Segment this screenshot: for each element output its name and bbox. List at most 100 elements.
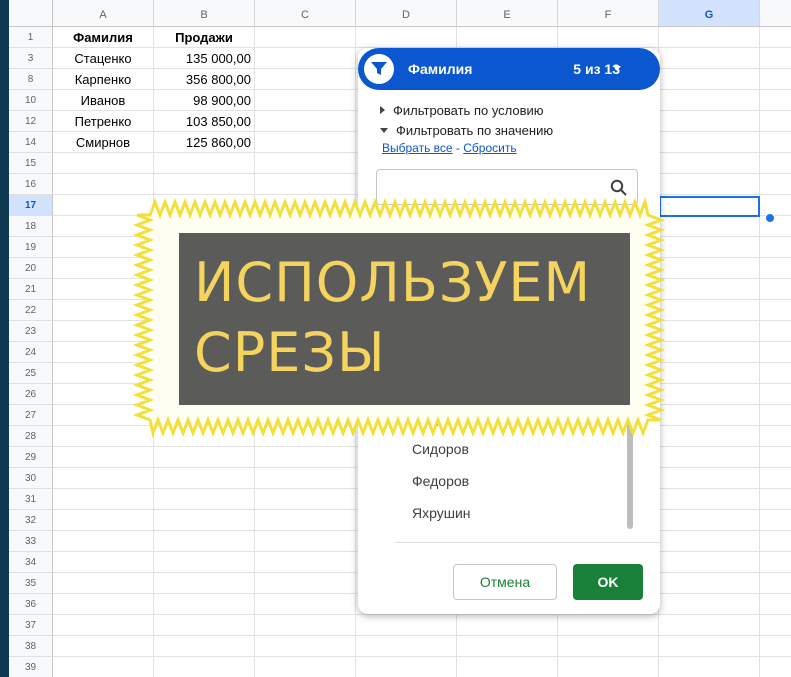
table-cell[interactable] — [659, 510, 760, 531]
column-header-b[interactable]: B — [154, 0, 255, 26]
table-cell[interactable] — [659, 69, 760, 90]
table-cell[interactable] — [457, 27, 558, 48]
table-cell[interactable] — [255, 657, 356, 677]
table-cell[interactable]: Стаценко — [53, 48, 154, 69]
table-cell[interactable] — [255, 447, 356, 468]
table-cell[interactable] — [760, 195, 791, 216]
table-cell[interactable]: Смирнов — [53, 132, 154, 153]
table-cell[interactable] — [154, 657, 255, 677]
table-cell[interactable] — [255, 363, 356, 384]
table-cell[interactable]: Петренко — [53, 111, 154, 132]
table-cell[interactable] — [760, 657, 791, 677]
ok-button[interactable]: OK — [573, 564, 643, 600]
table-cell[interactable] — [558, 615, 659, 636]
table-cell[interactable] — [659, 48, 760, 69]
table-cell[interactable] — [154, 594, 255, 615]
table-cell[interactable] — [760, 237, 791, 258]
table-cell[interactable] — [760, 174, 791, 195]
fill-handle[interactable] — [765, 213, 775, 223]
table-cell[interactable] — [356, 27, 457, 48]
table-cell[interactable] — [659, 594, 760, 615]
row-header[interactable]: 36 — [9, 594, 53, 615]
row-header[interactable]: 29 — [9, 447, 53, 468]
table-cell[interactable] — [659, 426, 760, 447]
table-cell[interactable] — [53, 279, 154, 300]
row-header[interactable]: 25 — [9, 363, 53, 384]
table-cell[interactable] — [255, 510, 356, 531]
table-cell[interactable] — [53, 237, 154, 258]
column-header-h[interactable] — [760, 0, 791, 26]
row-header[interactable]: 26 — [9, 384, 53, 405]
table-cell[interactable] — [53, 363, 154, 384]
table-cell[interactable] — [760, 552, 791, 573]
filter-by-value-toggle[interactable]: Фильтровать по значению — [380, 123, 553, 138]
table-cell[interactable] — [154, 153, 255, 174]
table-cell[interactable] — [760, 48, 791, 69]
column-header-d[interactable]: D — [356, 0, 457, 26]
table-cell[interactable] — [356, 615, 457, 636]
table-cell[interactable] — [659, 615, 760, 636]
table-cell[interactable] — [760, 90, 791, 111]
table-cell[interactable] — [154, 615, 255, 636]
table-cell[interactable] — [154, 174, 255, 195]
table-cell[interactable] — [356, 657, 457, 677]
row-header[interactable]: 12 — [9, 111, 53, 132]
table-cell[interactable] — [255, 27, 356, 48]
row-header[interactable]: 20 — [9, 258, 53, 279]
column-header-e[interactable]: E — [457, 0, 558, 26]
table-cell[interactable] — [154, 195, 255, 216]
table-cell[interactable] — [760, 426, 791, 447]
table-cell[interactable] — [53, 300, 154, 321]
table-cell[interactable] — [53, 636, 154, 657]
table-cell[interactable] — [53, 594, 154, 615]
table-cell[interactable] — [760, 573, 791, 594]
table-cell[interactable] — [154, 636, 255, 657]
table-cell[interactable]: 98 900,00 — [154, 90, 255, 111]
table-cell[interactable] — [255, 216, 356, 237]
row-header[interactable]: 37 — [9, 615, 53, 636]
row-header[interactable]: 19 — [9, 237, 53, 258]
table-cell[interactable] — [255, 90, 356, 111]
table-cell[interactable] — [53, 426, 154, 447]
table-cell[interactable] — [558, 657, 659, 677]
table-cell[interactable] — [356, 636, 457, 657]
table-cell[interactable] — [760, 342, 791, 363]
table-cell[interactable]: Продажи — [154, 27, 255, 48]
table-cell[interactable] — [659, 279, 760, 300]
table-cell[interactable] — [255, 258, 356, 279]
table-cell[interactable] — [659, 216, 760, 237]
table-cell[interactable] — [457, 657, 558, 677]
row-header[interactable]: 15 — [9, 153, 53, 174]
table-cell[interactable] — [659, 552, 760, 573]
table-cell[interactable] — [659, 468, 760, 489]
row-header[interactable]: 14 — [9, 132, 53, 153]
table-cell[interactable] — [760, 27, 791, 48]
table-cell[interactable] — [53, 216, 154, 237]
table-cell[interactable] — [53, 153, 154, 174]
table-cell[interactable]: Фамилия — [53, 27, 154, 48]
table-cell[interactable] — [760, 258, 791, 279]
cancel-button[interactable]: Отмена — [453, 564, 557, 600]
row-header[interactable]: 34 — [9, 552, 53, 573]
table-cell[interactable] — [53, 321, 154, 342]
table-cell[interactable] — [154, 321, 255, 342]
table-cell[interactable] — [255, 300, 356, 321]
table-cell[interactable] — [760, 489, 791, 510]
column-header-f[interactable]: F — [558, 0, 659, 26]
table-cell[interactable] — [659, 489, 760, 510]
table-cell[interactable] — [53, 573, 154, 594]
table-cell[interactable] — [255, 237, 356, 258]
table-cell[interactable] — [659, 636, 760, 657]
table-cell[interactable]: Карпенко — [53, 69, 154, 90]
table-cell[interactable] — [154, 279, 255, 300]
table-cell[interactable] — [760, 405, 791, 426]
row-header[interactable]: 3 — [9, 48, 53, 69]
table-cell[interactable] — [659, 384, 760, 405]
table-cell[interactable] — [457, 615, 558, 636]
table-cell[interactable] — [255, 69, 356, 90]
table-cell[interactable] — [154, 447, 255, 468]
table-cell[interactable] — [154, 258, 255, 279]
table-cell[interactable] — [255, 132, 356, 153]
table-cell[interactable] — [255, 615, 356, 636]
table-cell[interactable] — [255, 174, 356, 195]
